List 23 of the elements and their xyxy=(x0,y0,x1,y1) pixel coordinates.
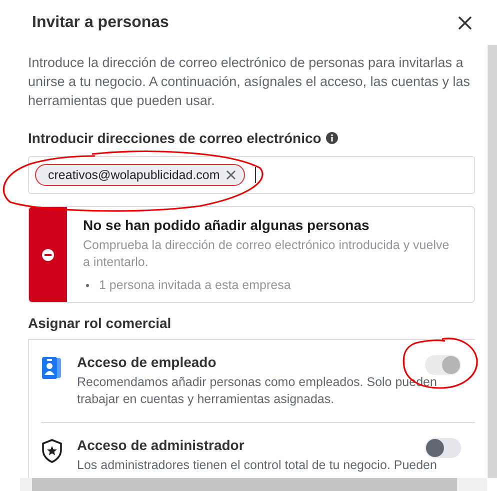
vertical-scrollbar[interactable] xyxy=(487,45,497,478)
email-chip[interactable]: creativos@wolapublicidad.com xyxy=(35,164,245,186)
error-detail: 1 persona invitada a esta empresa xyxy=(99,278,291,292)
role-title: Acceso de administrador xyxy=(77,437,246,453)
section-title: Asignar rol comercial xyxy=(28,315,172,331)
shield-star-icon xyxy=(41,439,63,463)
info-icon[interactable] xyxy=(326,132,338,144)
badge-icon xyxy=(41,356,63,380)
field-label: Introducir direcciones de correo electrónico xyxy=(28,130,322,146)
error-title: No se han podido añadir algunas personas xyxy=(83,217,370,233)
email-input-field[interactable]: creativos@wolapublicidad.com xyxy=(28,156,475,194)
role-description: Los administradores tienen el control total de tu negocio. Pueden xyxy=(77,457,438,474)
error-message: Comprueba la dirección de correo electrónico introducida y vuelve a intentarlo. xyxy=(83,237,450,271)
email-address: creativos@wolapublicidad.com xyxy=(48,168,220,182)
horizontal-scrollbar[interactable] xyxy=(20,478,487,491)
remove-icon[interactable] xyxy=(226,170,236,180)
role-title: Acceso de empleado xyxy=(77,354,218,370)
text-cursor xyxy=(254,167,256,183)
error-icon xyxy=(42,248,54,260)
intro-text: Introduce la dirección de correo electrónico de personas para invitarlas a unirse a tu negocio. A continuación, asígnales el acceso, las cuentas y las herramientas que pueden usar. xyxy=(28,54,472,110)
dialog-title: Invitar a personas xyxy=(32,14,169,32)
role-toggle[interactable] xyxy=(425,438,461,458)
bullet-dot xyxy=(86,284,89,286)
